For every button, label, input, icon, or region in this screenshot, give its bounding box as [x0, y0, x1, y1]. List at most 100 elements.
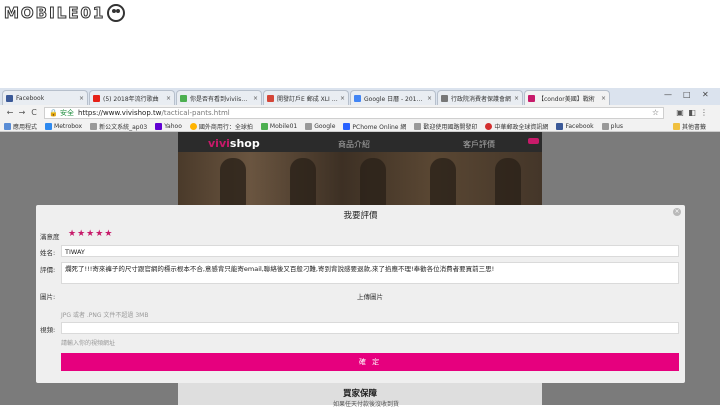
- facebook-icon: [556, 122, 564, 130]
- hero-figure: [430, 158, 456, 208]
- tab-label: 開發訂戶E 郵成 XLI 外的: [277, 95, 338, 103]
- back-icon[interactable]: ←: [4, 108, 16, 117]
- bookmark-metrobox[interactable]: Metrobox: [45, 122, 83, 130]
- bookmark-label: plus: [610, 122, 624, 130]
- secure-label: 安全: [59, 108, 74, 117]
- close-icon[interactable]: ×: [599, 95, 606, 102]
- bookmark-pchome[interactable]: PChome Online 網: [343, 122, 406, 131]
- url-path: /tactical-pants.html: [161, 108, 230, 117]
- bookmark-label: Mobile01: [269, 122, 298, 130]
- upload-image-button[interactable]: 上傳圖片: [61, 291, 679, 303]
- address-bar[interactable]: 🔒 安全 https://www.vivishop.tw/tactical-pa…: [44, 106, 664, 119]
- smile-icon: [189, 122, 197, 130]
- submit-button[interactable]: 確 定: [61, 353, 679, 371]
- bookmark-label: 其他書籤: [681, 124, 706, 131]
- forward-icon[interactable]: →: [16, 108, 28, 117]
- maximize-icon[interactable]: □: [683, 90, 691, 99]
- name-label: 姓名:: [40, 249, 56, 257]
- upload-hint: JPG 或者 .PNG 文件不超過 3MB: [61, 312, 149, 319]
- tab-google-calendar[interactable]: Google 日曆 - 2018年 ×: [350, 90, 436, 105]
- bookmark-post[interactable]: 中華郵政全球資訊網: [485, 122, 548, 131]
- secure-badge[interactable]: 🔒 安全: [49, 108, 74, 118]
- hero-figure: [360, 158, 386, 208]
- bookmark-label: Google: [314, 122, 336, 130]
- star-icon[interactable]: ★: [77, 230, 85, 239]
- modal-close-icon[interactable]: ×: [673, 208, 681, 216]
- mobile01-icon: [260, 122, 268, 130]
- close-icon[interactable]: ×: [425, 95, 432, 102]
- bookmarks-bar: 應用程式 Metrobox 新公文系統_ap03 Yahoo 國外商用行：全球拍…: [0, 121, 720, 132]
- bookmark-label: Metrobox: [54, 122, 83, 130]
- bookmark-plus[interactable]: plus: [601, 122, 624, 130]
- hero-figure: [290, 158, 316, 208]
- url-host: https://www.vivishop.tw: [77, 108, 162, 117]
- bookmark-google[interactable]: Google: [305, 122, 336, 130]
- bookmark-label: Facebook: [565, 122, 594, 130]
- bookmark-mobile01[interactable]: Mobile01: [260, 122, 298, 130]
- bookmark-welcome[interactable]: 歡迎使用國路開發印: [414, 122, 477, 131]
- bookmark-facebook[interactable]: Facebook: [556, 122, 594, 130]
- image-label: 圖片:: [40, 293, 56, 301]
- close-icon[interactable]: ×: [164, 95, 171, 102]
- star-icon[interactable]: ★: [104, 230, 112, 239]
- bookmark-global-shop[interactable]: 國外商用行：全球拍: [189, 122, 253, 131]
- window-close-icon[interactable]: ✕: [702, 90, 709, 99]
- star-icon[interactable]: ★: [68, 230, 76, 239]
- cart-badge[interactable]: [528, 138, 539, 144]
- logo-part-vivi: vivi: [208, 137, 230, 150]
- tab-label: Facebook: [16, 94, 45, 102]
- name-input[interactable]: TIWAY: [61, 245, 679, 257]
- bookmark-label: 應用程式: [13, 123, 38, 131]
- extension-icon-2[interactable]: ◧: [686, 108, 698, 117]
- menu-icon[interactable]: ⋮: [698, 108, 710, 117]
- vivishop-favicon-icon: [528, 94, 535, 102]
- bookmark-yahoo[interactable]: Yahoo: [155, 122, 182, 130]
- nav-products[interactable]: 商品介紹: [338, 139, 370, 150]
- extension-icon[interactable]: ▣: [674, 108, 686, 117]
- bookmark-label: 中華郵政全球資訊網: [494, 123, 549, 131]
- green-favicon-icon: [180, 94, 187, 102]
- tab-facebook[interactable]: Facebook ×: [2, 90, 88, 105]
- facebook-favicon-icon: [6, 94, 13, 102]
- tab-youtube[interactable]: (5) 2018年流行歌曲 ×: [89, 90, 175, 105]
- rating-stars[interactable]: ★ ★ ★ ★ ★: [68, 230, 113, 239]
- close-icon[interactable]: ×: [251, 95, 258, 102]
- bookmark-official-docs[interactable]: 新公文系統_ap03: [90, 122, 147, 131]
- review-textarea[interactable]: 爛死了!!!寄來褲子的尺寸跟官網的標示根本不合,意感背只能寄email,聯絡後又…: [61, 262, 679, 284]
- modal-title: 我要評價: [343, 211, 378, 221]
- address-row: ← → C 🔒 安全 https://www.vivishop.tw/tacti…: [0, 105, 720, 120]
- close-icon[interactable]: ×: [338, 95, 345, 102]
- star-icon[interactable]: ★: [95, 230, 103, 239]
- close-icon[interactable]: ×: [512, 95, 519, 102]
- reload-icon[interactable]: C: [28, 108, 40, 117]
- vivishop-logo[interactable]: vivishop: [208, 137, 260, 150]
- post-icon: [485, 122, 493, 130]
- youtube-favicon-icon: [93, 94, 100, 102]
- tab-consumer-protection[interactable]: 行政院消費者保護會網 ×: [437, 90, 523, 105]
- bookmark-label: 國外商用行：全球拍: [198, 123, 253, 131]
- video-url-input[interactable]: [61, 322, 679, 334]
- bookmark-label: 新公文系統_ap03: [99, 123, 148, 131]
- minimize-icon[interactable]: —: [664, 90, 672, 99]
- tab-strip: Facebook × (5) 2018年流行歌曲 × 你是否有看到viviishop…: [0, 88, 720, 105]
- bookmark-label: Yahoo: [164, 122, 182, 130]
- mobile01-logo: MOBILE01: [3, 3, 126, 23]
- calendar-favicon-icon: [354, 94, 361, 102]
- video-hint: 請輸入你的視頻網址: [61, 340, 116, 347]
- video-label: 視頻:: [40, 326, 56, 334]
- tab-label: Google 日曆 - 2018年: [364, 95, 425, 103]
- bookmark-star-icon[interactable]: ☆: [652, 108, 659, 117]
- bookmark-label: PChome Online 網: [352, 123, 407, 131]
- bookmark-apps[interactable]: 應用程式: [4, 122, 37, 131]
- tab-condor-active[interactable]: 【condor美國】戰術 ×: [524, 90, 610, 105]
- tab-vivishop-search[interactable]: 你是否有看到viviishop ×: [176, 90, 262, 105]
- star-icon[interactable]: ★: [86, 230, 94, 239]
- buyer-protection-subtitle: 如果任天付款後沒收到貨: [333, 401, 400, 408]
- yahoo-icon: [155, 122, 163, 130]
- tab-gmail[interactable]: 開發訂戶E 郵成 XLI 外的 ×: [263, 90, 349, 105]
- document-icon: [90, 122, 98, 130]
- nav-reviews[interactable]: 客戶評價: [463, 139, 495, 150]
- close-icon[interactable]: ×: [77, 95, 84, 102]
- bookmark-other[interactable]: 其他書籤: [672, 121, 706, 132]
- pchome-icon: [343, 122, 351, 130]
